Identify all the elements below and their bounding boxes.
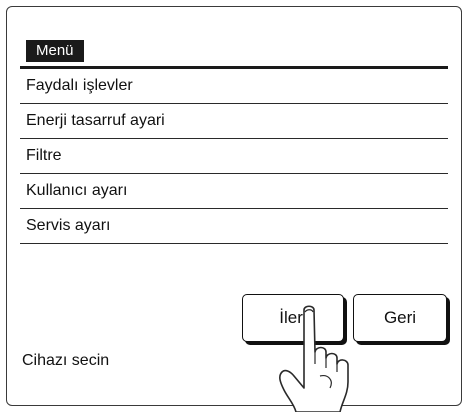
menu-item-useful-functions[interactable]: Faydalı işlevler bbox=[20, 69, 448, 104]
menu-title: Menü bbox=[26, 40, 84, 62]
next-button[interactable]: İleri bbox=[242, 294, 344, 342]
menu-list: Faydalı işlevler Enerji tasarruf ayari F… bbox=[20, 69, 448, 244]
menu-item-service-settings[interactable]: Servis ayarı bbox=[20, 209, 448, 244]
menu-item-user-settings[interactable]: Kullanıcı ayarı bbox=[20, 174, 448, 209]
menu-item-energy-saving[interactable]: Enerji tasarruf ayari bbox=[20, 104, 448, 139]
back-button[interactable]: Geri bbox=[353, 294, 447, 342]
menu-item-filter[interactable]: Filtre bbox=[20, 139, 448, 174]
status-message: Cihazı secin bbox=[22, 352, 110, 369]
